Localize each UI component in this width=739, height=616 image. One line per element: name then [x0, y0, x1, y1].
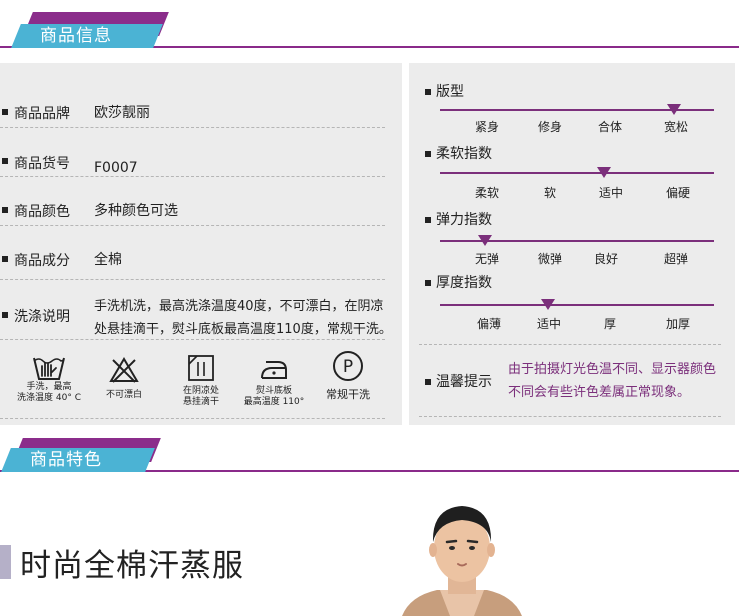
notice-label-text: 温馨提示 — [436, 374, 492, 390]
bullet-icon — [425, 151, 431, 157]
iron-icon — [261, 361, 287, 379]
section-title-feature: 商品特色 — [30, 450, 102, 470]
scale-tick: 紧身 — [474, 120, 500, 134]
scale-marker-fit — [667, 104, 681, 115]
scale-title-thickness: 厚度指数 — [425, 272, 492, 292]
section-title-info: 商品信息 — [40, 26, 112, 46]
care-caption: 最高温度 110° — [243, 397, 305, 407]
care-item-hand-wash: 手洗，最高 洗涤温度 40° C — [8, 352, 90, 404]
scale-tick: 修身 — [537, 120, 563, 134]
info-row-color: 商品颜色 多种颜色可选 — [0, 194, 385, 226]
bullet-icon — [2, 256, 8, 262]
no-bleach-icon — [109, 357, 139, 383]
info-label: 商品成分 — [14, 253, 70, 269]
wash-instructions-line2: 处悬挂滴干，熨斗底板最高温度110度，常规干洗。 — [94, 322, 392, 337]
info-label: 商品货号 — [14, 156, 70, 172]
care-caption: 悬挂滴干 — [182, 397, 219, 407]
care-caption: 常规干洗 — [326, 388, 370, 401]
scale-tick: 厚 — [603, 317, 617, 331]
scale-tick: 加厚 — [665, 317, 691, 331]
care-caption: 手洗，最高 — [26, 382, 72, 392]
bullet-icon — [425, 280, 431, 286]
notice-text-line2: 不同会有些许色差属正常现象。 — [508, 385, 691, 400]
notice-text-line1: 由于拍摄灯光色温不同、显示器颜色 — [508, 362, 717, 377]
headline-accent-bar — [0, 545, 11, 579]
bullet-icon — [425, 379, 431, 385]
divider — [0, 418, 385, 419]
scale-title-text: 版型 — [436, 84, 464, 100]
divider — [419, 344, 721, 345]
hand-wash-icon — [33, 357, 65, 380]
scale-title-text: 弹力指数 — [436, 212, 492, 228]
care-item-iron: 熨斗底板 最高温度 110° — [238, 356, 310, 408]
scale-title-text: 柔软指数 — [436, 146, 492, 162]
info-row-item-number: 商品货号 F0007 — [0, 147, 385, 177]
scale-tick: 偏硬 — [665, 186, 691, 200]
bullet-icon — [2, 109, 8, 115]
scale-tick: 宽松 — [663, 120, 689, 134]
scale-track-thickness — [440, 304, 714, 306]
care-caption: 洗涤温度 40° C — [17, 393, 81, 403]
scale-tick: 合体 — [597, 120, 623, 134]
scale-title-fit: 版型 — [425, 81, 464, 101]
info-value: F0007 — [94, 160, 138, 176]
info-value: 多种颜色可选 — [94, 203, 178, 219]
scale-tick: 超弹 — [663, 252, 689, 266]
scale-track-softness — [440, 172, 714, 174]
divider — [419, 416, 721, 417]
info-label: 商品颜色 — [14, 204, 70, 220]
hang-dry-shade-icon — [188, 355, 214, 381]
bullet-icon — [425, 217, 431, 223]
care-item-dry-clean: P 常规干洗 — [318, 350, 378, 402]
scale-tick: 适中 — [598, 186, 624, 200]
info-value: 全棉 — [94, 252, 122, 268]
info-label: 洗涤说明 — [14, 309, 70, 325]
bullet-icon — [2, 158, 8, 164]
bullet-icon — [2, 312, 8, 318]
scale-tick: 软 — [543, 186, 557, 200]
care-caption: 在阴凉处 — [182, 386, 219, 396]
scale-marker-softness — [597, 167, 611, 178]
bullet-icon — [425, 89, 431, 95]
care-item-hang-dry: 在阴凉处 悬挂滴干 — [170, 354, 232, 408]
dry-clean-icon: P — [333, 351, 363, 381]
bullet-icon — [2, 207, 8, 213]
notice-label: 温馨提示 — [425, 371, 492, 391]
info-value: 欧莎靓丽 — [94, 105, 150, 121]
info-row-wash: 洗涤说明 手洗机洗，最高洗涤温度40度，不可漂白，在阴凉 处悬挂滴干，熨斗底板最… — [0, 291, 392, 340]
scale-tick: 良好 — [593, 252, 619, 266]
wash-instructions-line1: 手洗机洗，最高洗涤温度40度，不可漂白，在阴凉 — [94, 299, 384, 314]
svg-text:P: P — [343, 357, 353, 377]
scale-marker-elasticity — [478, 235, 492, 246]
info-row-brand: 商品品牌 欧莎靓丽 — [0, 96, 385, 128]
care-item-no-bleach: 不可漂白 — [96, 356, 152, 401]
scale-tick: 微弹 — [537, 252, 563, 266]
scale-tick: 无弹 — [474, 252, 500, 266]
scale-tick: 适中 — [536, 317, 562, 331]
scale-tick: 偏薄 — [476, 317, 502, 331]
model-photo — [402, 506, 522, 616]
scale-marker-thickness — [541, 299, 555, 310]
scale-title-elasticity: 弹力指数 — [425, 209, 492, 229]
info-row-material: 商品成分 全棉 — [0, 243, 385, 280]
care-caption: 熨斗底板 — [255, 386, 292, 396]
feature-headline: 时尚全棉汗蒸服 — [20, 548, 244, 584]
scale-tick: 柔软 — [474, 186, 500, 200]
scale-title-softness: 柔软指数 — [425, 143, 492, 163]
scale-title-text: 厚度指数 — [436, 275, 492, 291]
info-label: 商品品牌 — [14, 106, 70, 122]
care-caption: 不可漂白 — [105, 390, 142, 400]
